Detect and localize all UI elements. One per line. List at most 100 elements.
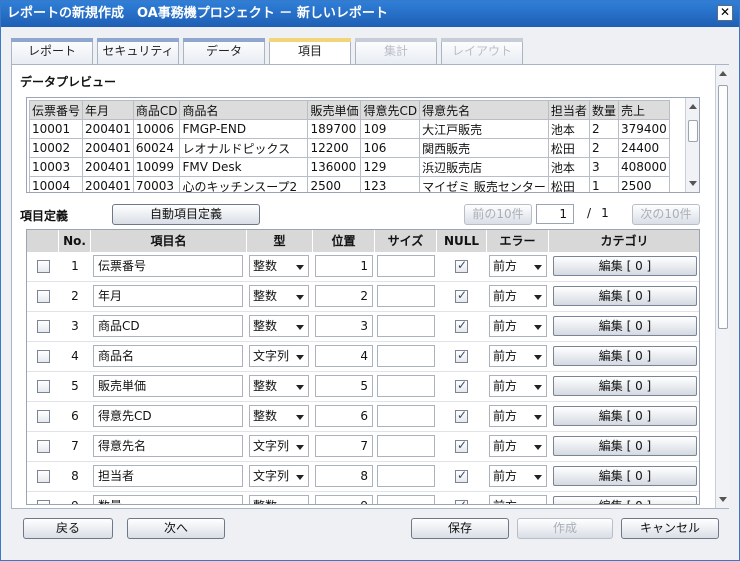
error-select[interactable]: 前方: [489, 285, 547, 307]
size-input[interactable]: [377, 345, 435, 367]
position-input[interactable]: 2: [315, 285, 373, 307]
error-select[interactable]: 前方: [489, 255, 547, 277]
error-select[interactable]: 前方: [489, 345, 547, 367]
category-edit-button[interactable]: 編集 [ 0 ]: [553, 406, 697, 426]
field-name-input[interactable]: 数量: [93, 495, 243, 504]
tab-data[interactable]: データ: [183, 38, 265, 64]
null-checkbox[interactable]: [455, 468, 468, 483]
size-input[interactable]: [377, 315, 435, 337]
null-checkbox[interactable]: [455, 408, 468, 423]
field-name-input[interactable]: 年月: [93, 285, 243, 307]
field-name-input[interactable]: 販売単価: [93, 375, 243, 397]
close-icon[interactable]: ✕: [717, 5, 733, 21]
position-input[interactable]: 8: [315, 465, 373, 487]
preview-scrollbar[interactable]: [685, 98, 699, 192]
preview-col-header: 担当者: [547, 100, 590, 120]
auto-define-button[interactable]: 自動項目定義: [112, 204, 260, 225]
scroll-up-icon[interactable]: [719, 71, 727, 76]
size-input[interactable]: [377, 495, 435, 504]
scroll-up-icon[interactable]: [689, 104, 697, 109]
null-checkbox[interactable]: [455, 438, 468, 453]
size-input[interactable]: [377, 405, 435, 427]
next-button[interactable]: 次へ: [127, 518, 225, 539]
scroll-down-icon[interactable]: [719, 497, 727, 502]
row-select-checkbox[interactable]: [37, 410, 50, 423]
type-select[interactable]: 文字列: [249, 465, 309, 487]
cancel-button[interactable]: キャンセル: [621, 518, 719, 539]
position-input[interactable]: 4: [315, 345, 373, 367]
definition-title: 項目定義: [20, 209, 69, 223]
error-select[interactable]: 前方: [489, 375, 547, 397]
row-select-checkbox[interactable]: [37, 440, 50, 453]
type-select[interactable]: 整数: [249, 285, 309, 307]
type-select[interactable]: 整数: [249, 495, 309, 504]
field-name-input[interactable]: 商品CD: [93, 315, 243, 337]
type-select[interactable]: 整数: [249, 255, 309, 277]
field-name-input[interactable]: 商品名: [93, 345, 243, 367]
tab-fields[interactable]: 項目: [269, 38, 351, 65]
type-select[interactable]: 文字列: [249, 435, 309, 457]
category-edit-button[interactable]: 編集 [ 0 ]: [553, 466, 697, 486]
field-name-input[interactable]: 伝票番号: [93, 255, 243, 277]
type-select[interactable]: 文字列: [249, 345, 309, 367]
tab-report[interactable]: レポート: [11, 38, 93, 64]
page-separator: /: [586, 206, 592, 220]
preview-cell: 123: [360, 176, 421, 192]
chevron-down-icon: [296, 265, 304, 270]
null-checkbox[interactable]: [455, 348, 468, 363]
size-input[interactable]: [377, 435, 435, 457]
position-input[interactable]: 1: [315, 255, 373, 277]
category-edit-button[interactable]: 編集 [ 0 ]: [553, 436, 697, 456]
category-edit-button[interactable]: 編集 [ 0 ]: [553, 286, 697, 306]
field-name-input[interactable]: 得意先名: [93, 435, 243, 457]
field-name-input[interactable]: 担当者: [93, 465, 243, 487]
error-select[interactable]: 前方: [489, 465, 547, 487]
size-input[interactable]: [377, 285, 435, 307]
row-select-checkbox[interactable]: [37, 470, 50, 483]
save-button[interactable]: 保存: [411, 518, 509, 539]
panel-scroll-thumb[interactable]: [718, 85, 728, 329]
category-edit-button[interactable]: 編集 [ 0 ]: [553, 256, 697, 276]
position-input[interactable]: 6: [315, 405, 373, 427]
scroll-down-icon[interactable]: [689, 181, 697, 186]
chevron-down-icon: [534, 295, 542, 300]
row-select-checkbox[interactable]: [37, 320, 50, 333]
type-select[interactable]: 整数: [249, 405, 309, 427]
row-select-checkbox[interactable]: [37, 380, 50, 393]
error-select[interactable]: 前方: [489, 405, 547, 427]
null-checkbox[interactable]: [455, 258, 468, 273]
category-edit-button[interactable]: 編集 [ 0 ]: [553, 376, 697, 396]
size-input[interactable]: [377, 465, 435, 487]
category-edit-button[interactable]: 編集 [ 0 ]: [553, 346, 697, 366]
error-select[interactable]: 前方: [489, 315, 547, 337]
category-edit-button[interactable]: 編集 [ 0 ]: [553, 316, 697, 336]
row-select-checkbox[interactable]: [37, 260, 50, 273]
error-select[interactable]: 前方: [489, 435, 547, 457]
position-input[interactable]: 9: [315, 495, 373, 504]
size-input[interactable]: [377, 255, 435, 277]
type-select[interactable]: 整数: [249, 375, 309, 397]
table-row: 3 商品CD 整数 3 前方 編集 [ 0 ]: [27, 312, 699, 342]
tab-security[interactable]: セキュリティ: [97, 38, 179, 64]
position-input[interactable]: 3: [315, 315, 373, 337]
preview-cell: 136000: [307, 157, 362, 177]
position-input[interactable]: 7: [315, 435, 373, 457]
size-input[interactable]: [377, 375, 435, 397]
back-button[interactable]: 戻る: [23, 518, 113, 539]
type-select[interactable]: 整数: [249, 315, 309, 337]
category-edit-button[interactable]: 編集 [ 0 ]: [553, 496, 697, 504]
null-checkbox[interactable]: [455, 318, 468, 333]
row-select-checkbox[interactable]: [37, 350, 50, 363]
panel-scrollbar[interactable]: [715, 65, 729, 508]
position-input[interactable]: 5: [315, 375, 373, 397]
row-select-checkbox[interactable]: [37, 290, 50, 303]
preview-scroll-thumb[interactable]: [688, 120, 698, 142]
field-name-input[interactable]: 得意先CD: [93, 405, 243, 427]
null-checkbox[interactable]: [455, 288, 468, 303]
page-number-input[interactable]: 1: [536, 204, 574, 224]
chevron-down-icon: [534, 415, 542, 420]
null-checkbox[interactable]: [455, 498, 468, 504]
error-select[interactable]: 前方: [489, 495, 547, 504]
null-checkbox[interactable]: [455, 378, 468, 393]
row-select-checkbox[interactable]: [37, 500, 50, 504]
